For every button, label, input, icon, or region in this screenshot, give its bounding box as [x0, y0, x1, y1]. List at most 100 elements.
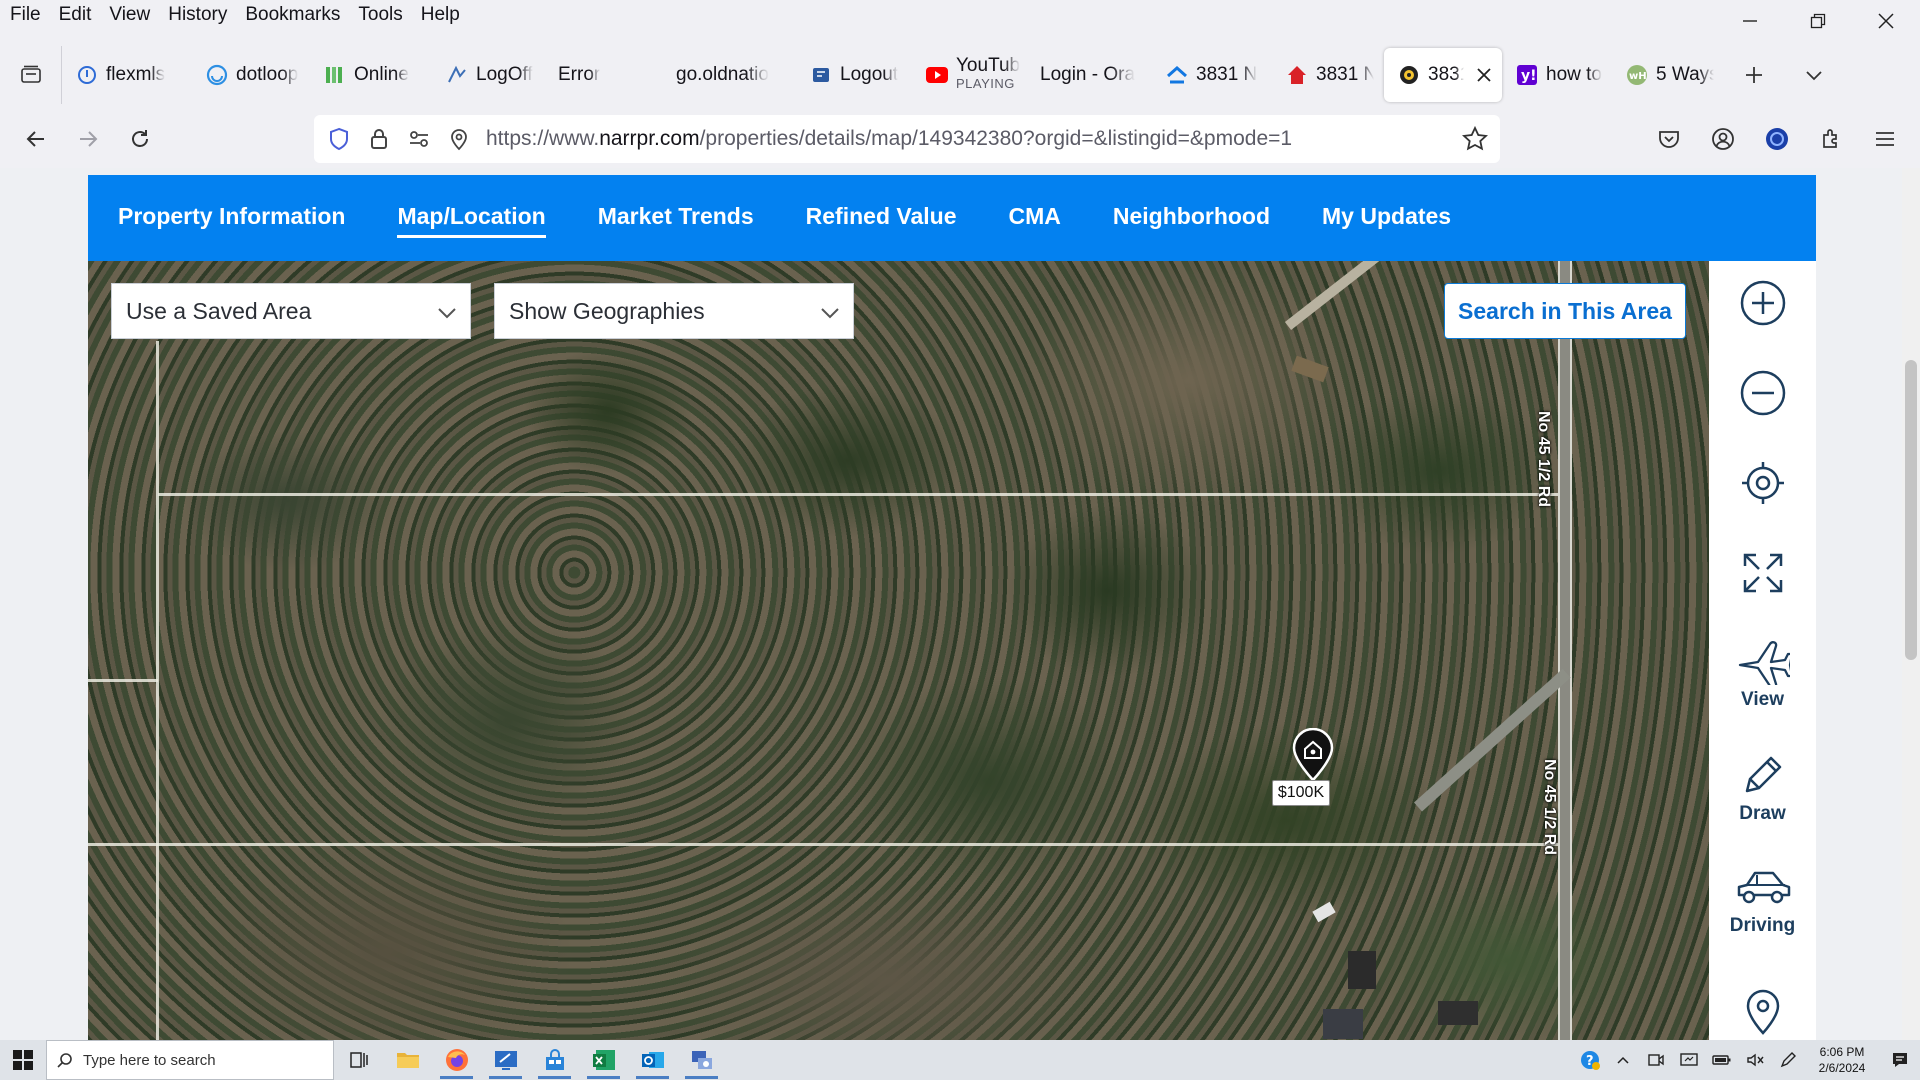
menu-tools[interactable]: Tools	[349, 4, 411, 26]
tab-title: flexmls	[106, 64, 166, 85]
taskbar-clock[interactable]: 6:06 PM 2/6/2024	[1804, 1044, 1880, 1076]
flexmls-icon	[76, 64, 98, 86]
extension-badge-icon	[1766, 128, 1788, 150]
geographies-dropdown[interactable]: Show Geographies	[494, 283, 854, 339]
tracking-protection-shield-icon[interactable]	[326, 126, 352, 152]
tab-logout[interactable]: Logout	[796, 48, 912, 102]
driving-button[interactable]: Driving	[1709, 865, 1816, 937]
minimize-button[interactable]	[1716, 0, 1784, 42]
extension-button[interactable]	[1750, 113, 1804, 165]
menu-edit[interactable]: Edit	[50, 4, 101, 26]
help-badge-icon: ?	[1580, 1051, 1600, 1070]
draw-button[interactable]: Draw	[1709, 751, 1816, 825]
reload-button[interactable]	[114, 113, 166, 165]
tab-title: how to	[1546, 64, 1602, 85]
taskbar-search-box[interactable]: Type here to search	[46, 1040, 334, 1080]
permissions-icon[interactable]	[406, 126, 432, 152]
firefox-view-button[interactable]	[0, 46, 62, 104]
saved-area-dropdown[interactable]: Use a Saved Area	[111, 283, 471, 339]
chevron-up-icon	[1616, 1056, 1629, 1064]
menu-file[interactable]: File	[0, 4, 50, 26]
tab-refined-value[interactable]: Refined Value	[806, 203, 957, 234]
start-button[interactable]	[0, 1040, 46, 1080]
parcel-line	[88, 843, 1558, 846]
firefox-app[interactable]	[432, 1040, 481, 1080]
tab-online[interactable]: Online	[310, 48, 432, 102]
location-permission-icon[interactable]	[446, 126, 472, 152]
restore-button[interactable]	[1784, 0, 1852, 42]
tab-dotloop[interactable]: dotloop	[192, 48, 310, 102]
excel-icon	[592, 1050, 615, 1070]
close-window-button[interactable]	[1852, 0, 1920, 42]
close-tab-icon[interactable]	[1476, 67, 1492, 83]
tab-title: LogOff	[476, 64, 533, 85]
tab-go-oldnational[interactable]: go.oldnatio	[662, 48, 796, 102]
tab-narrpr-active[interactable]: 3831	[1384, 48, 1502, 102]
structure	[1323, 1009, 1363, 1039]
tab-my-updates[interactable]: My Updates	[1322, 203, 1451, 234]
tab-yahoo[interactable]: y! how to	[1502, 48, 1612, 102]
forward-button[interactable]	[62, 113, 114, 165]
tab-login-oracle[interactable]: Login - Ora	[1026, 48, 1152, 102]
url-text[interactable]: https://www.narrpr.com/properties/detail…	[486, 127, 1448, 151]
search-in-this-area-button[interactable]: Search in This Area	[1444, 283, 1686, 339]
tab-map-location[interactable]: Map/Location	[397, 203, 546, 238]
pen-tray-button[interactable]	[1771, 1040, 1804, 1080]
tab-youtube[interactable]: YouTub PLAYING	[912, 48, 1026, 102]
my-location-button[interactable]	[1709, 459, 1816, 507]
meet-tray-button[interactable]	[1639, 1040, 1672, 1080]
volume-tray-button[interactable]	[1738, 1040, 1771, 1080]
fullscreen-button[interactable]	[1709, 549, 1816, 597]
network-app[interactable]	[677, 1040, 726, 1080]
notifications-button[interactable]	[1880, 1040, 1920, 1080]
back-button[interactable]	[10, 113, 62, 165]
window-controls	[1716, 0, 1920, 42]
tab-realtor[interactable]: 3831 N	[1272, 48, 1384, 102]
outlook-app[interactable]	[628, 1040, 677, 1080]
battery-tray-button[interactable]	[1705, 1040, 1738, 1080]
store-app[interactable]	[530, 1040, 579, 1080]
file-explorer-app[interactable]	[383, 1040, 432, 1080]
road-label: No 45 1/2 Rd	[1535, 411, 1552, 508]
chevron-down-icon	[438, 308, 456, 319]
tab-neighborhood[interactable]: Neighborhood	[1113, 203, 1270, 234]
map-tools-panel: View Draw Driving	[1709, 261, 1816, 1040]
menu-view[interactable]: View	[100, 4, 159, 26]
tab-error[interactable]: Error	[544, 48, 662, 102]
tab-zillow[interactable]: 3831 N	[1152, 48, 1272, 102]
zoom-out-button[interactable]	[1709, 369, 1816, 417]
menu-bookmarks[interactable]: Bookmarks	[236, 4, 349, 26]
tab-cma[interactable]: CMA	[1008, 203, 1060, 234]
help-tray-button[interactable]: ?	[1573, 1040, 1606, 1080]
scrollbar-thumb[interactable]	[1905, 360, 1917, 660]
zoom-in-button[interactable]	[1709, 279, 1816, 327]
tab-wikihow[interactable]: wH 5 Ways	[1612, 48, 1724, 102]
tab-property-information[interactable]: Property Information	[118, 203, 345, 234]
pocket-button[interactable]	[1642, 113, 1696, 165]
places-button[interactable]	[1709, 987, 1816, 1035]
tab-logoff[interactable]: LogOff	[432, 48, 544, 102]
parcel-line	[158, 493, 1558, 496]
tab-title: go.oldnatio	[676, 64, 769, 85]
bookmark-star-icon[interactable]	[1462, 126, 1488, 152]
menu-history[interactable]: History	[159, 4, 236, 26]
app-menu-button[interactable]	[1858, 113, 1912, 165]
view-button[interactable]: View	[1709, 637, 1816, 711]
show-hidden-icons-button[interactable]	[1606, 1040, 1639, 1080]
list-all-tabs-button[interactable]	[1784, 48, 1844, 102]
remote-desktop-app[interactable]	[481, 1040, 530, 1080]
extensions-button[interactable]	[1804, 113, 1858, 165]
new-tab-button[interactable]	[1724, 48, 1784, 102]
page-scrollbar[interactable]	[1902, 168, 1920, 1040]
task-view-button[interactable]	[334, 1040, 383, 1080]
satellite-map[interactable]: No 45 1/2 Rd No 45 1/2 Rd Use a Saved Ar…	[88, 261, 1709, 1040]
lock-icon[interactable]	[366, 126, 392, 152]
folder-icon	[396, 1053, 419, 1068]
display-tray-button[interactable]	[1672, 1040, 1705, 1080]
excel-app[interactable]	[579, 1040, 628, 1080]
tab-market-trends[interactable]: Market Trends	[598, 203, 754, 234]
account-button[interactable]	[1696, 113, 1750, 165]
tab-flexmls[interactable]: flexmls	[62, 48, 192, 102]
menu-help[interactable]: Help	[412, 4, 469, 26]
address-bar[interactable]: https://www.narrpr.com/properties/detail…	[314, 115, 1500, 163]
